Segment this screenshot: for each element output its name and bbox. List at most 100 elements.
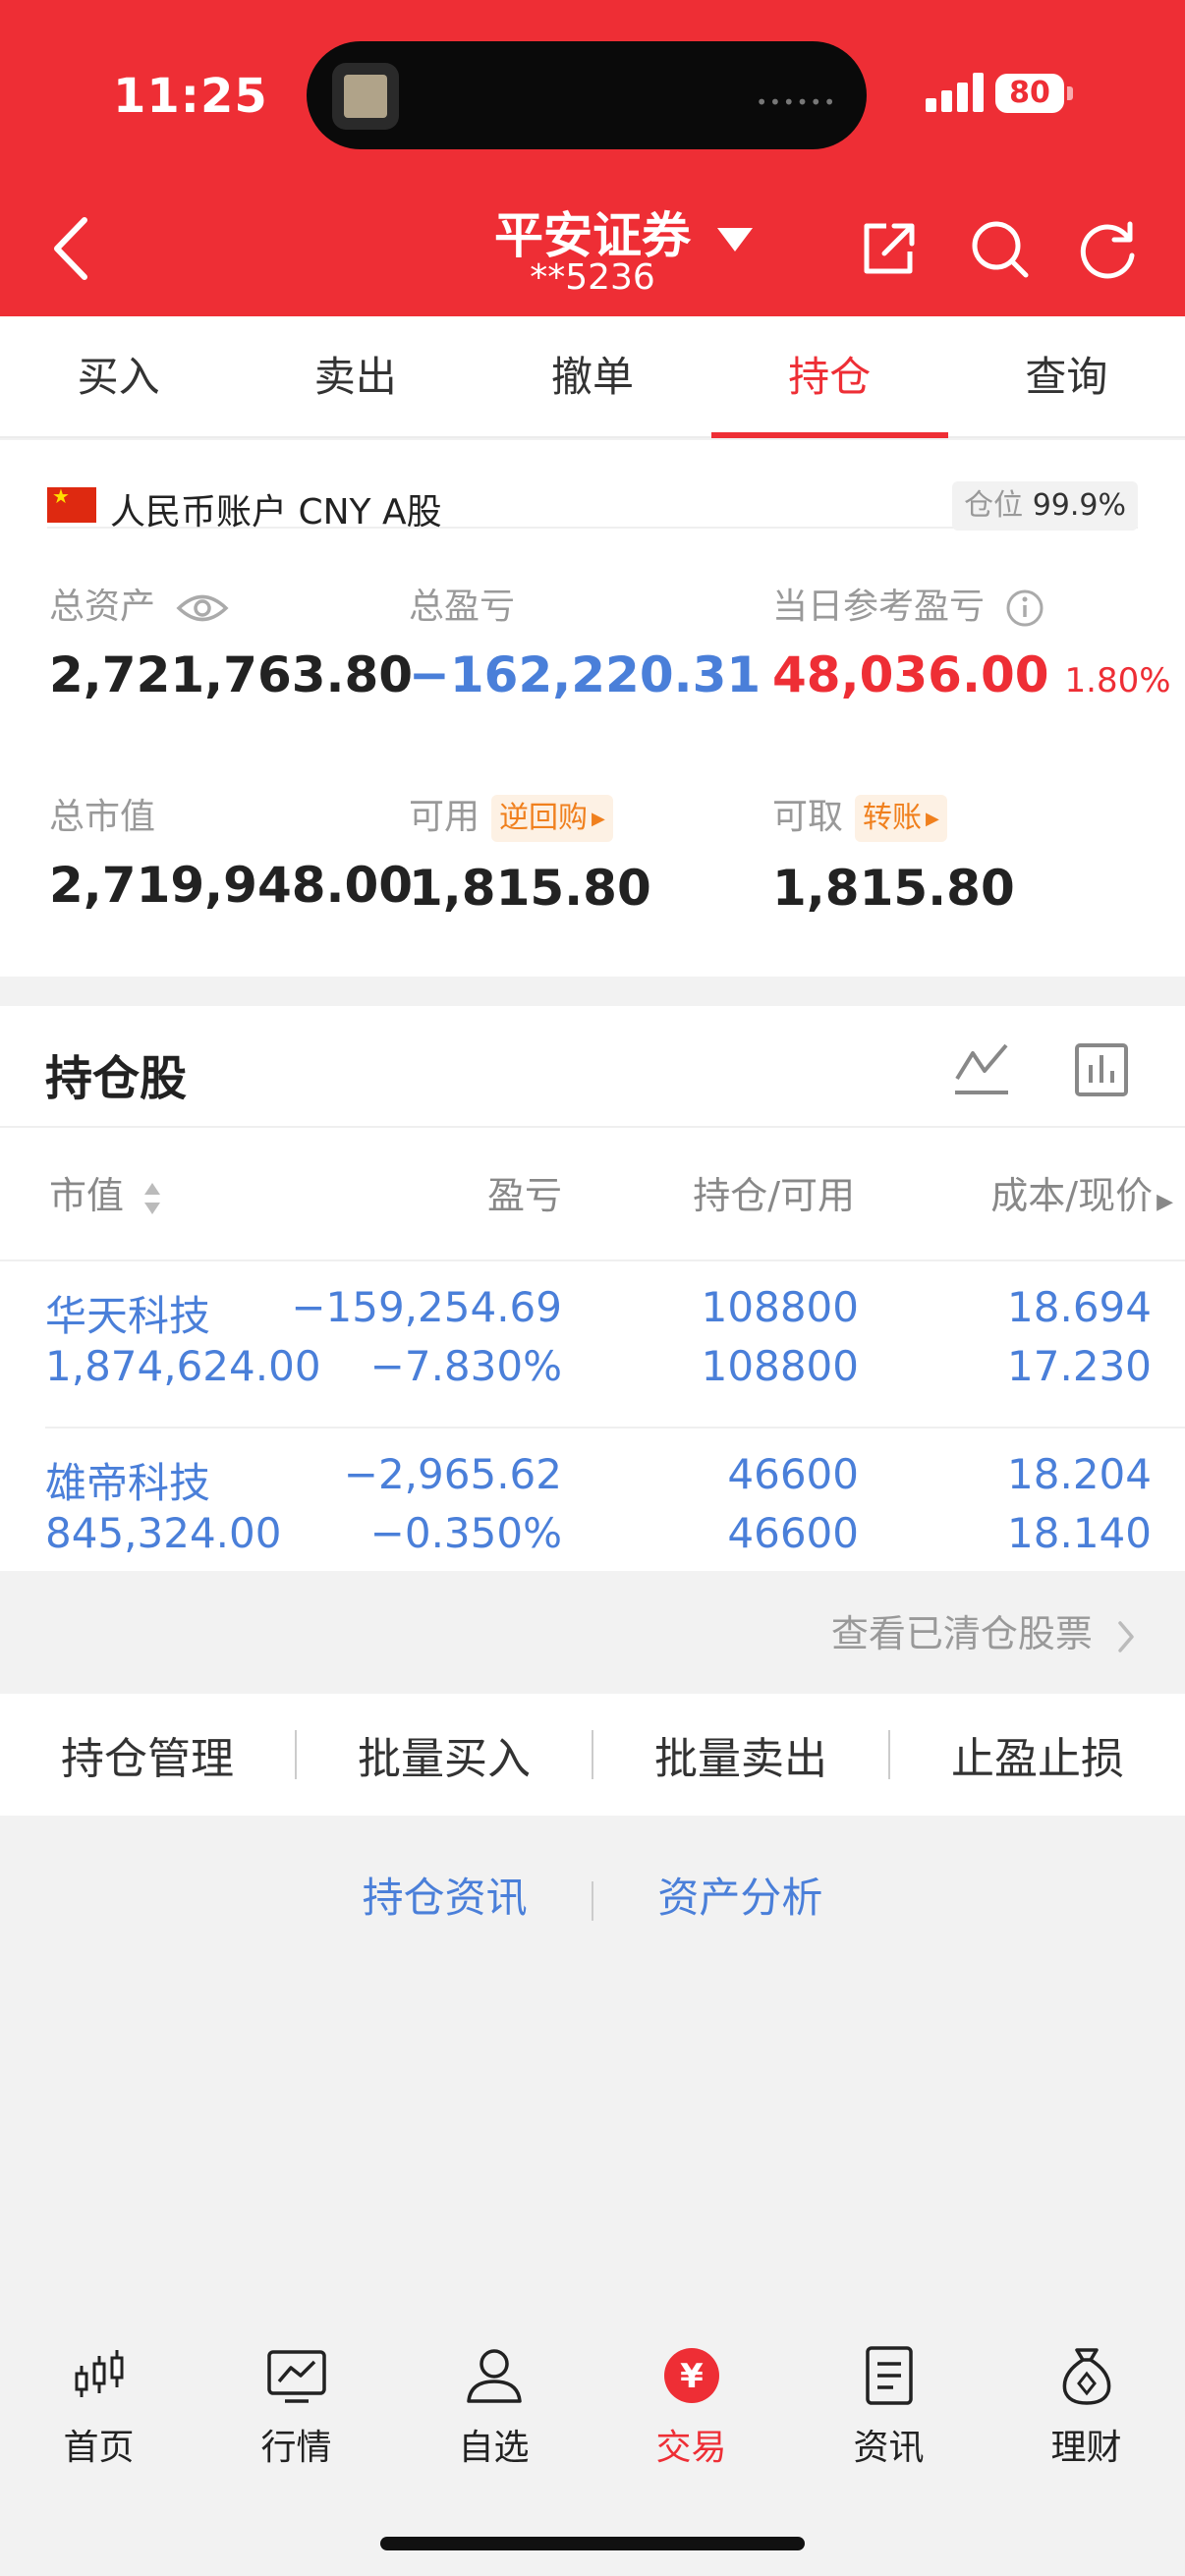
asset-analysis-link[interactable]: 资产分析 [657,1865,822,1925]
dynamic-island: •••••• [307,41,867,149]
holding-row[interactable]: 华天科技 1,874,624.00 −159,254.69 −7.830% 10… [0,1261,1185,1428]
stop-profit-loss-button[interactable]: 止盈止损 [890,1723,1185,1786]
tab-query[interactable]: 查询 [948,316,1185,436]
total-assets-value: 2,721,763.80 [49,646,414,703]
daily-pl-label: 当日参考盈亏 [772,587,986,627]
chevron-right-icon [1118,1620,1134,1652]
stock-price: 17.230 [1007,1342,1152,1390]
refresh-icon[interactable] [1075,216,1140,281]
tab-positions[interactable]: 持仓 [710,316,949,438]
daily-pl-value: 48,036.00 [772,646,1049,703]
waveform-icon: •••••• [756,90,837,114]
divider [592,1880,593,1921]
account-row: 人民币账户 CNY A股 仓位 99.9% [47,460,1138,532]
available-funds: 可用逆回购 1,815.80 [409,788,651,917]
stock-cost: 18.694 [1007,1283,1152,1331]
candlestick-icon [75,2350,123,2397]
stock-name: 华天科技 [45,1292,211,1340]
stock-price: 18.140 [1007,1509,1152,1557]
tab-sell[interactable]: 卖出 [237,316,474,436]
total-assets: 总资产 2,721,763.80 [49,578,413,703]
stock-market-value: 1,874,624.00 [45,1342,321,1390]
view-cleared-stocks-link[interactable]: 查看已清仓股票 [831,1603,1136,1657]
yuan-icon: ¥ [663,2348,719,2403]
tab-buy[interactable]: 买入 [0,316,237,436]
withdrawable-label: 可取 [772,797,844,837]
daily-pl-pct: 1.80% [1064,661,1171,700]
tab-cancel-order[interactable]: 撤单 [474,316,710,436]
total-pl-label: 总盈亏 [409,587,516,627]
transfer-button[interactable]: 转账 [855,795,947,842]
user-icon [466,2349,522,2403]
available-label: 可用 [409,797,480,837]
holding-row[interactable]: 雄帝科技 845,324.00 −2,965.62 −0.350% 46600 … [0,1428,1185,1596]
home-indicator[interactable] [380,2537,805,2550]
svg-text:¥: ¥ [680,2357,704,2396]
search-icon[interactable] [967,216,1032,281]
header-market-value[interactable]: 市值 [49,1165,163,1219]
share-icon[interactable] [855,216,920,281]
holdings-panel: 持仓股 市值 盈亏 持仓/可用 成本/现价 ▶ 华天科技 1,874,624.00… [0,1006,1185,1571]
total-pl: 总盈亏 −162,220.31 [409,578,761,703]
battery-cap [1067,86,1073,100]
header-pl[interactable]: 盈亏 [487,1165,562,1219]
header-cost-price[interactable]: 成本/现价 ▶ [990,1165,1173,1219]
manage-positions-button[interactable]: 持仓管理 [0,1723,295,1786]
nav-wealth[interactable]: 理财 [988,2344,1185,2470]
music-app-icon [332,63,399,130]
position-ratio-value: 99.9% [1032,488,1126,523]
stock-pl: −2,965.62 [343,1450,562,1498]
batch-sell-button[interactable]: 批量卖出 [593,1723,888,1786]
stock-pl-pct: −7.830% [369,1342,562,1390]
document-icon [865,2346,913,2405]
status-time: 11:25 [113,69,268,124]
stock-pl-pct: −0.350% [369,1509,562,1557]
info-icon[interactable] [1005,588,1044,628]
header-position[interactable]: 持仓/可用 [693,1165,855,1219]
withdrawable-funds: 可取转账 1,815.80 [772,788,1015,917]
nav-home[interactable]: 首页 [0,2344,198,2470]
stock-pl: −159,254.69 [291,1283,562,1331]
stock-available: 46600 [727,1509,859,1557]
nav-watchlist[interactable]: 自选 [395,2344,592,2470]
account-summary: 人民币账户 CNY A股 仓位 99.9% 总资产 2,721,763.80 总… [0,440,1185,977]
stock-market-value: 845,324.00 [45,1509,282,1557]
bar-chart-icon[interactable] [1071,1039,1134,1098]
market-value-label: 总市值 [49,797,156,837]
nav-market[interactable]: 行情 [198,2344,395,2470]
daily-pl: 当日参考盈亏 48,036.00 1.80% [772,578,1171,703]
money-bag-icon [1062,2348,1110,2405]
chart-line-icon [266,2350,326,2403]
stock-position: 108800 [701,1283,859,1331]
market-value: 总市值 2,719,948.00 [49,788,413,914]
position-actions: 持仓管理 批量买入 批量卖出 止盈止损 [0,1694,1185,1816]
withdrawable-value: 1,815.80 [772,860,1015,917]
caret-down-icon[interactable] [717,228,753,252]
eye-icon[interactable] [176,591,229,625]
holdings-header: 市值 盈亏 持仓/可用 成本/现价 ▶ [0,1126,1185,1261]
chevron-right-icon: ▶ [1157,1190,1173,1214]
total-pl-value: −162,220.31 [409,646,762,703]
cellular-signal-icon [926,71,985,112]
stock-position: 46600 [727,1450,859,1498]
reverse-repo-button[interactable]: 逆回购 [491,795,613,842]
stock-available: 108800 [701,1342,859,1390]
position-ratio-badge: 仓位 99.9% [952,481,1138,531]
stock-cost: 18.204 [1007,1450,1152,1498]
info-links: 持仓资讯 资产分析 [0,1865,1185,1925]
available-value: 1,815.80 [409,860,651,917]
header: 11:25 •••••• 80 平安证券 **5236 [0,0,1185,316]
market-value-value: 2,719,948.00 [49,857,414,914]
nav-news[interactable]: 资讯 [790,2344,988,2470]
battery-icon: 80 [995,74,1064,113]
stock-name: 雄帝科技 [45,1459,211,1507]
position-ratio-label: 仓位 [964,488,1024,523]
holdings-news-link[interactable]: 持仓资讯 [363,1865,528,1925]
trend-chart-icon[interactable] [951,1039,1014,1098]
total-assets-label: 总资产 [49,587,156,627]
holdings-title: 持仓股 [45,1051,188,1106]
nav-trade[interactable]: ¥ 交易 [592,2344,790,2470]
batch-buy-button[interactable]: 批量买入 [297,1723,592,1786]
sort-icon [144,1182,161,1214]
account-name: 人民币账户 CNY A股 [110,492,442,532]
